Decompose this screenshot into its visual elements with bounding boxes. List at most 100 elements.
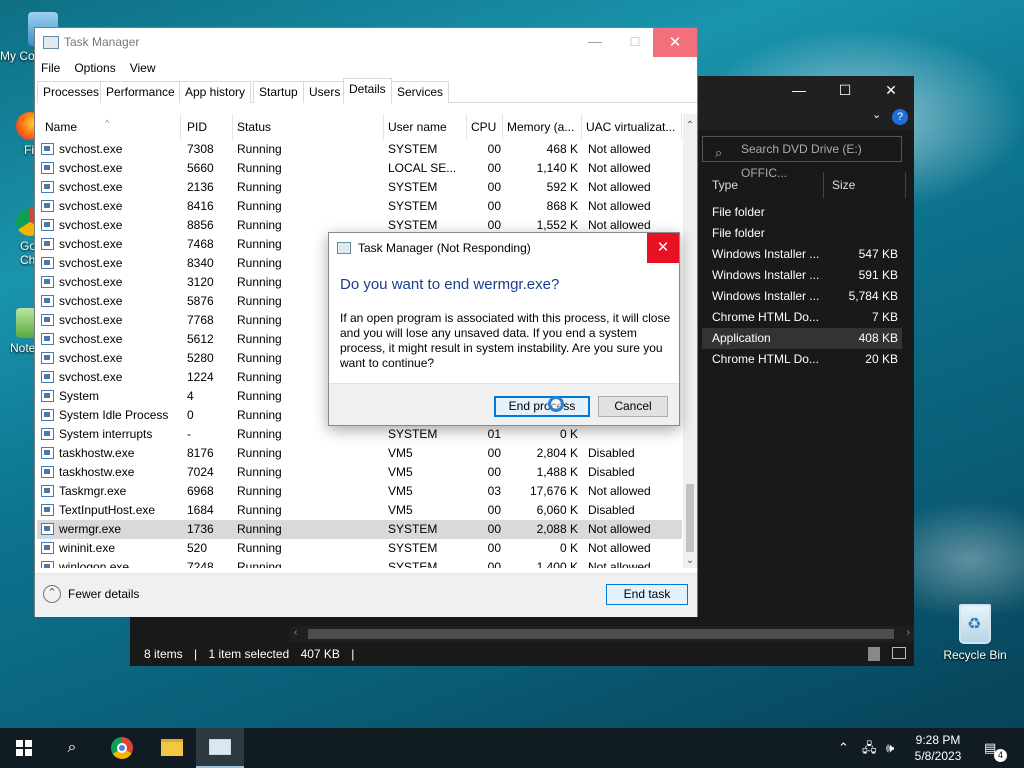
- scrollbar-thumb[interactable]: [686, 484, 694, 552]
- tab-processes[interactable]: Processes: [37, 81, 106, 103]
- cell-mem: 6,060 K: [536, 503, 578, 517]
- process-icon: [41, 143, 54, 155]
- cell-user: SYSTEM: [388, 541, 438, 555]
- search-icon: ⌕: [715, 145, 723, 160]
- list-item[interactable]: Windows Installer ... 547 KB: [702, 244, 902, 265]
- table-row[interactable]: TextInputHost.exe 1684 Running VM5 00 6,060 K…: [37, 501, 682, 520]
- large-icons-view-icon[interactable]: [892, 647, 906, 659]
- minimize-button[interactable]: —: [573, 28, 617, 57]
- column-header-pid[interactable]: PID: [183, 114, 233, 140]
- file-explorer-taskbar-icon[interactable]: [148, 728, 196, 768]
- details-view-icon[interactable]: [868, 647, 880, 661]
- close-button[interactable]: ✕: [653, 28, 697, 57]
- system-clock[interactable]: 9:28 PM 5/8/2023: [906, 732, 970, 764]
- tab-startup[interactable]: Startup: [253, 81, 304, 103]
- vertical-scrollbar[interactable]: ⌃ ⌄: [683, 114, 697, 568]
- list-item[interactable]: Chrome HTML Do... 20 KB: [702, 349, 902, 370]
- taskbar: ⌕ ⌃ 🖧 🕪 9:28 PM 5/8/2023 ▤ 4: [0, 728, 1024, 768]
- column-header-memory[interactable]: Memory (a...: [503, 114, 582, 140]
- list-item[interactable]: Application 408 KB: [702, 328, 902, 349]
- table-row[interactable]: System interrupts - Running SYSTEM 01 0 K: [37, 425, 682, 444]
- search-icon[interactable]: ⌕: [48, 728, 96, 768]
- end-task-button[interactable]: End task: [606, 584, 688, 605]
- task-manager-taskbar-icon[interactable]: [196, 728, 244, 768]
- help-icon[interactable]: ?: [892, 109, 908, 125]
- column-header-uac[interactable]: UAC virtualizat...: [582, 114, 682, 140]
- table-row[interactable]: wermgr.exe 1736 Running SYSTEM 00 2,088 K Not …: [37, 520, 682, 539]
- show-hidden-icons-icon[interactable]: ⌃: [838, 728, 849, 768]
- task-manager-icon: [337, 242, 351, 254]
- list-item[interactable]: File folder: [702, 202, 902, 223]
- horizontal-scrollbar[interactable]: ‹ ›: [290, 626, 914, 642]
- tab-app-history[interactable]: App history: [179, 81, 252, 103]
- list-item[interactable]: Chrome HTML Do... 7 KB: [702, 307, 902, 328]
- cancel-button[interactable]: Cancel: [598, 396, 668, 417]
- cell-status: Running: [237, 522, 282, 536]
- cell-uac: Not allowed: [588, 161, 651, 175]
- table-row[interactable]: svchost.exe 8416 Running SYSTEM 00 868 K Not a…: [37, 197, 682, 216]
- process-icon: [41, 162, 54, 174]
- table-row[interactable]: svchost.exe 2136 Running SYSTEM 00 592 K Not a…: [37, 178, 682, 197]
- cell-status: Running: [237, 465, 282, 479]
- column-header-type[interactable]: Type: [708, 172, 824, 198]
- scroll-right-icon[interactable]: ›: [907, 627, 910, 638]
- start-button[interactable]: [0, 728, 48, 768]
- minimize-button[interactable]: —: [776, 76, 822, 104]
- column-header-name[interactable]: Name ^: [37, 114, 181, 140]
- cell-mem: 2,088 K: [536, 522, 578, 536]
- scroll-down-icon[interactable]: ⌄: [683, 555, 697, 566]
- menu-options[interactable]: Options: [74, 57, 115, 79]
- volume-icon[interactable]: 🕪: [886, 728, 894, 768]
- tab-services[interactable]: Services: [391, 81, 450, 103]
- scroll-up-icon[interactable]: ⌃: [683, 120, 697, 131]
- cell-name: svchost.exe: [59, 332, 123, 346]
- task-manager-footer: ⌃ Fewer details End task: [35, 573, 697, 617]
- chevron-up-icon[interactable]: ⌃: [43, 585, 61, 603]
- cell-status: Running: [237, 427, 282, 441]
- menu-file[interactable]: File: [41, 57, 60, 79]
- process-icon: [41, 390, 54, 402]
- cell-mem: 1,488 K: [536, 465, 578, 479]
- close-button[interactable]: ✕: [868, 76, 914, 104]
- item-size: 591 KB: [858, 268, 898, 282]
- desktop-icon-recycle-bin[interactable]: Recycle Bin: [940, 604, 1010, 662]
- maximize-button[interactable]: ☐: [617, 28, 653, 57]
- close-button[interactable]: ✕: [647, 233, 679, 263]
- column-header-user-name[interactable]: User name: [384, 114, 467, 140]
- maximize-button[interactable]: ☐: [822, 76, 868, 104]
- list-item[interactable]: Windows Installer ... 5,784 KB: [702, 286, 902, 307]
- column-header-status[interactable]: Status: [233, 114, 384, 140]
- table-row[interactable]: svchost.exe 5660 Running LOCAL SE... 00 1,140…: [37, 159, 682, 178]
- tab-details[interactable]: Details: [343, 78, 392, 104]
- notification-center-icon[interactable]: ▤ 4: [984, 728, 1007, 768]
- table-row[interactable]: Taskmgr.exe 6968 Running VM5 03 17,676 K Not a…: [37, 482, 682, 501]
- network-icon[interactable]: 🖧: [862, 728, 877, 768]
- tab-performance[interactable]: Performance: [100, 81, 181, 103]
- chevron-down-icon[interactable]: ⌄: [872, 108, 881, 121]
- table-row[interactable]: wininit.exe 520 Running SYSTEM 00 0 K Not allo…: [37, 539, 682, 558]
- scroll-left-icon[interactable]: ‹: [294, 627, 297, 638]
- end-process-button[interactable]: End process: [494, 396, 590, 417]
- table-row[interactable]: taskhostw.exe 7024 Running VM5 00 1,488 K Disa…: [37, 463, 682, 482]
- list-item[interactable]: Windows Installer ... 591 KB: [702, 265, 902, 286]
- menu-view[interactable]: View: [130, 57, 156, 79]
- column-header-size[interactable]: Size: [826, 172, 906, 198]
- table-row[interactable]: svchost.exe 7308 Running SYSTEM 00 468 K Not a…: [37, 140, 682, 159]
- scrollbar-thumb[interactable]: [308, 629, 894, 639]
- cell-user: VM5: [388, 484, 413, 498]
- tab-users[interactable]: Users: [303, 81, 347, 103]
- notification-count-badge: 4: [994, 749, 1007, 762]
- item-size: 20 KB: [865, 352, 898, 366]
- process-icon: [41, 447, 54, 459]
- table-row[interactable]: taskhostw.exe 8176 Running VM5 00 2,804 K Disa…: [37, 444, 682, 463]
- fewer-details-link[interactable]: Fewer details: [68, 587, 139, 601]
- search-input[interactable]: ⌕ Search DVD Drive (E:) OFFIC...: [702, 136, 902, 180]
- chrome-taskbar-icon[interactable]: [98, 728, 146, 768]
- list-item[interactable]: File folder: [702, 223, 902, 244]
- dialog-message: If an open program is associated with th…: [340, 311, 671, 370]
- cell-uac: Not allowed: [588, 142, 651, 156]
- column-header-cpu[interactable]: CPU: [467, 114, 503, 140]
- table-row[interactable]: winlogon.exe 7248 Running SYSTEM 00 1,400 K No…: [37, 558, 682, 568]
- cell-user: LOCAL SE...: [388, 161, 457, 175]
- cell-cpu: 00: [487, 522, 501, 536]
